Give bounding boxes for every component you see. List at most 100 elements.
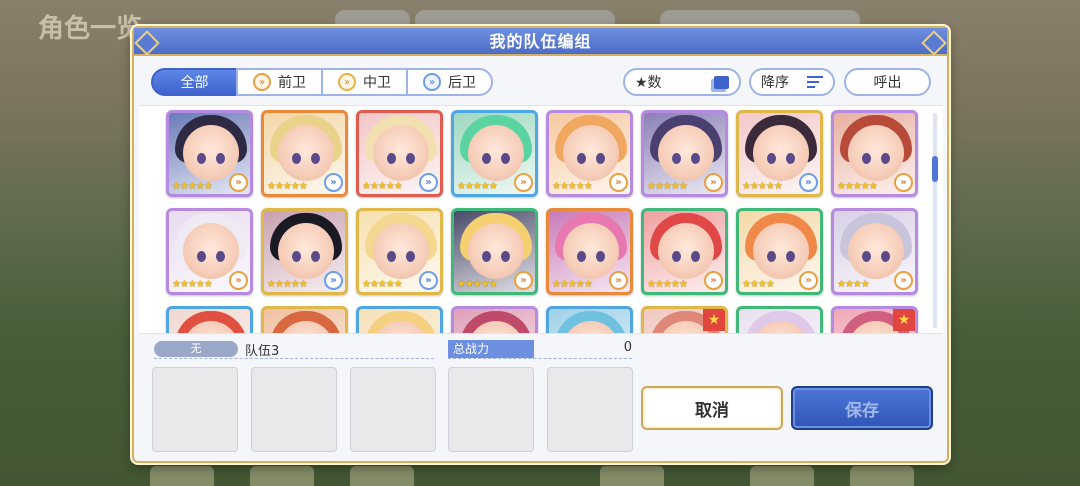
star-rating: ★★★★★ [457,181,498,192]
character-face [278,223,334,279]
character-eye [672,251,681,262]
background-nav-item [150,466,214,486]
character-eye [577,251,586,262]
character-card[interactable]: ★ [641,306,728,333]
star-rating: ★★★★★ [362,181,403,192]
star-rating: ★★★★★ [647,181,688,192]
team-slot-4[interactable] [448,367,534,452]
filter-tab-1[interactable]: » 前卫 [236,68,323,96]
character-card[interactable]: ★★★★★ » [166,208,253,295]
filter-tab-0[interactable]: 全部 [151,68,238,96]
character-face [563,223,619,279]
character-face [468,125,524,181]
character-roster-grid[interactable]: ★★★★★» ★★★★★» ★★★★★» ★★★★★» ★★★★★» ★★★★★» ★★★★… [139,105,943,334]
character-card[interactable] [736,306,823,333]
character-card[interactable] [546,306,633,333]
character-eye [767,251,776,262]
character-face [373,223,429,279]
back-position-icon: » [419,271,438,290]
character-eye [786,153,795,164]
sort-label: ★数 [635,75,662,91]
filter-tab-label: 中卫 [363,75,391,91]
filter-tab-2[interactable]: » 中卫 [321,68,408,96]
roster-scroll-thumb[interactable] [932,156,938,182]
character-card[interactable]: ★★★★★ » [166,110,253,197]
team-slot-3[interactable] [350,367,436,452]
star-rating: ★★★★★ [837,181,878,192]
roster-scrollbar[interactable] [933,113,937,328]
front-position-icon: » [253,73,271,91]
character-card[interactable]: ★★★★★ » [451,110,538,197]
character-face [468,223,524,279]
character-eye [387,251,396,262]
background-nav-item [750,466,814,486]
character-card[interactable]: ★★★★ » [736,208,823,295]
character-card[interactable]: ★★★★★ » [641,110,728,197]
character-eye [501,153,510,164]
star-badge-icon: ★ [893,309,915,331]
sort-order-button[interactable]: 降序 [749,68,835,96]
front-position-icon: » [799,271,818,290]
character-card[interactable]: ★★★★★ » [356,110,443,197]
character-face [183,223,239,279]
team-slot-1[interactable] [152,367,238,452]
character-card[interactable]: ★★★★★ » [736,110,823,197]
dialog-title: 我的队伍编组 [134,28,947,56]
team-slot-5[interactable] [547,367,633,452]
filter-tab-3[interactable]: » 后卫 [406,68,493,96]
character-card[interactable]: ★★★★★ » [261,208,348,295]
character-eye [311,153,320,164]
back-position-icon: » [799,173,818,192]
star-rating: ★★★★★ [362,279,403,290]
sort-by-star-button[interactable]: ★数 [623,68,741,96]
front-position-icon: » [704,173,723,192]
call-label: 呼出 [873,75,902,91]
position-filter-tabs: 全部 » 前卫 » 中卫 » 后卫 [151,68,493,96]
character-card[interactable]: ★★★★★ » [546,110,633,197]
background-nav-item [350,466,414,486]
star-rating: ★★★★ [837,279,870,290]
character-card[interactable]: ★★★★★ » [261,110,348,197]
background-nav-item [850,466,914,486]
character-eye [292,251,301,262]
call-out-button[interactable]: 呼出 [844,68,931,96]
star-rating: ★★★★ [742,279,775,290]
order-label: 降序 [761,75,789,91]
sort-descending-icon [807,76,823,88]
star-rating: ★★★★★ [457,279,498,290]
team-tag: 无 [154,341,238,357]
character-card[interactable]: ★★★★★ » [641,208,728,295]
character-eye [406,153,415,164]
character-eye [691,153,700,164]
character-card[interactable]: ★★★★★ » [451,208,538,295]
character-face [658,223,714,279]
cancel-button[interactable]: 取消 [641,386,783,430]
character-face [658,125,714,181]
character-card[interactable]: ★★★★★ » [356,208,443,295]
character-eye [216,251,225,262]
character-eye [672,153,681,164]
character-card[interactable]: ★★★★★ » [546,208,633,295]
character-card[interactable]: ★ [831,306,918,333]
character-eye [216,153,225,164]
character-eye [406,251,415,262]
front-position-icon: » [704,271,723,290]
team-name[interactable]: 队伍3 [245,340,279,359]
character-card[interactable] [356,306,443,333]
star-rating: ★★★★★ [552,181,593,192]
front-position-icon: » [514,173,533,192]
character-face [278,125,334,181]
front-position-icon: » [229,173,248,192]
character-eye [387,153,396,164]
front-position-icon: » [609,173,628,192]
team-slot-2[interactable] [251,367,337,452]
character-card[interactable]: ★★★★★ » [831,110,918,197]
character-eye [482,251,491,262]
character-card[interactable]: ★★★★ » [831,208,918,295]
star-rating: ★★★★★ [742,181,783,192]
character-card[interactable] [451,306,538,333]
character-eye [691,251,700,262]
character-card[interactable] [166,306,253,333]
save-button[interactable]: 保存 [791,386,933,430]
character-card[interactable] [261,306,348,333]
